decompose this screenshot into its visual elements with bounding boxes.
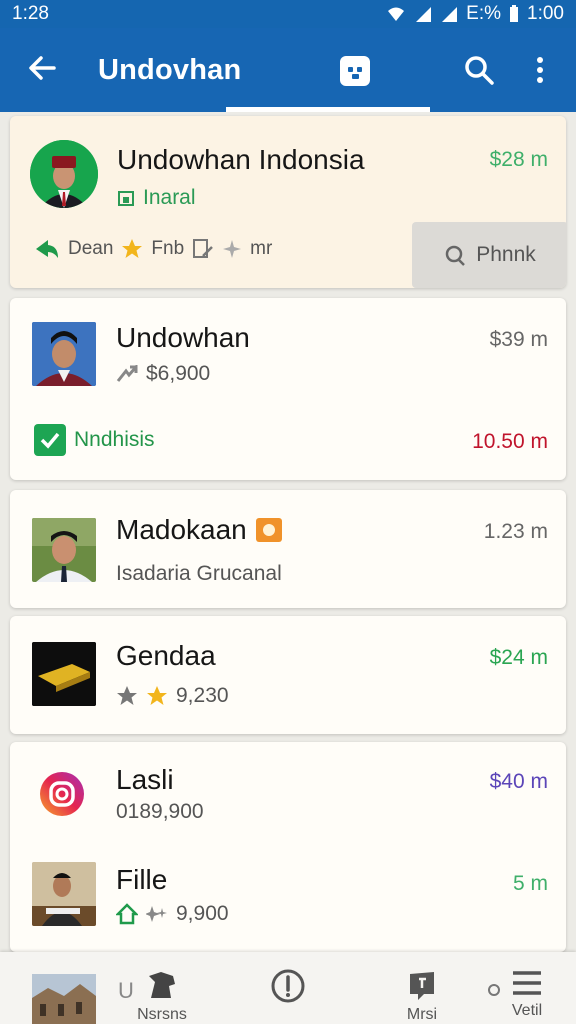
status-clock: 1:00 [527, 3, 564, 24]
bank-icon [118, 191, 134, 206]
info-icon [271, 969, 305, 1003]
star-icon [117, 686, 137, 705]
item-tag-amount: 10.50 m [472, 430, 548, 453]
trend-icon [116, 365, 138, 382]
item-subtitle: Inaral [143, 186, 196, 209]
app-bar: Undovhan [0, 28, 576, 112]
nav-item-info[interactable] [268, 968, 308, 1008]
item-subtitle: 9,900 [176, 902, 229, 925]
back-arrow-icon[interactable] [24, 50, 60, 86]
house-icon [116, 903, 138, 925]
building-thumbnail [32, 974, 96, 1024]
app-title: Undovhan [98, 54, 242, 86]
sparkle-icon [146, 906, 167, 922]
list-item[interactable]: Madokaan 1.23 m Isadaria Grucanal [10, 490, 566, 608]
nav-label-home: Nsrsns [137, 1006, 187, 1023]
badge-icon [255, 518, 282, 542]
nav-label-messages: Mrsi [406, 1006, 438, 1023]
action-fnb[interactable]: Fnb [151, 238, 184, 260]
star-icon[interactable] [121, 238, 143, 260]
item-name: Undowhan [116, 322, 250, 353]
item-name: Fille [116, 864, 168, 895]
avatar [30, 140, 98, 208]
call-button[interactable]: Phnnk [412, 222, 566, 288]
avatar [32, 322, 96, 386]
battery-icon [510, 5, 519, 22]
wifi-icon [388, 7, 405, 21]
status-time: 1:28 [12, 3, 49, 24]
dice-icon[interactable] [340, 56, 370, 86]
list-group: Lasli $40 m 0189,900 Fille 5 m 9,900 [10, 742, 566, 952]
edit-icon[interactable] [192, 238, 214, 260]
share-icon[interactable] [34, 238, 60, 260]
list-item[interactable]: Undowhan $39 m $6,900 Nndhisis 10.50 m [10, 298, 566, 480]
avatar [32, 642, 96, 706]
list-item[interactable]: Undowhan Indonsia $28 m Inaral Dean Fnb … [10, 116, 566, 288]
signal-icon-2 [442, 7, 458, 22]
item-amount: $28 m [489, 148, 548, 171]
status-bar: 1:28 E:% 1:00 [0, 0, 576, 28]
item-subtitle: $6,900 [146, 362, 211, 385]
action-mr[interactable]: mr [250, 238, 272, 260]
dot-indicator [488, 984, 500, 996]
item-amount: $39 m [489, 328, 548, 351]
star-icon [147, 686, 167, 705]
item-name: Gendaa [116, 640, 216, 671]
instagram-icon [40, 772, 84, 816]
item-subtitle: 0189,900 [116, 800, 204, 823]
avatar [32, 518, 96, 582]
item-amount: 5 m [512, 872, 548, 895]
active-tab-indicator [226, 107, 430, 112]
avatar [32, 862, 96, 926]
item-tag: Nndhisis [74, 428, 155, 451]
nav-label-menu: Vetil [511, 1002, 543, 1019]
battery-percent: E:% [466, 3, 502, 24]
item-amount: $40 m [489, 770, 548, 793]
item-name: Lasli [116, 764, 174, 795]
item-amount: $24 m [489, 646, 548, 669]
nav-item-menu[interactable]: Vetil [502, 968, 552, 1020]
action-dean[interactable]: Dean [68, 238, 113, 260]
horse-icon [149, 972, 175, 998]
item-name: Madokaan [116, 514, 247, 545]
item-name: Undowhan Indonsia [117, 144, 365, 175]
sparkle-icon[interactable] [222, 239, 242, 259]
phone-icon [445, 245, 466, 266]
nav-item-home[interactable]: Nsrsns [134, 968, 190, 1024]
search-icon[interactable] [462, 53, 496, 87]
more-vert-icon[interactable] [530, 54, 550, 86]
action-row: Dean Fnb mr [34, 238, 272, 260]
check-icon[interactable] [34, 424, 66, 456]
item-subtitle: Isadaria Grucanal [116, 562, 282, 585]
bottom-navigation: U Nsrsns Mrsi Vetil [0, 952, 576, 1024]
item-subtitle: 9,230 [176, 684, 229, 707]
nav-item-messages[interactable]: Mrsi [398, 968, 446, 1024]
list-item[interactable]: Gendaa $24 m 9,230 [10, 616, 566, 734]
call-button-label: Phnnk [476, 243, 536, 266]
message-icon [410, 972, 434, 1000]
item-amount: 1.23 m [483, 520, 548, 543]
signal-icon [416, 7, 432, 22]
partial-letter: U [118, 978, 134, 1003]
menu-icon [513, 971, 541, 995]
